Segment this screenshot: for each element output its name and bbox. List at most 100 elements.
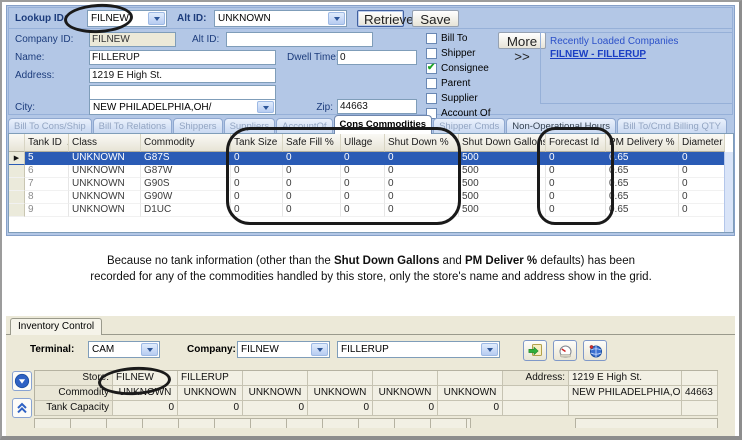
current-row-arrow-icon: ▶: [14, 155, 19, 162]
table-row[interactable]: 8 UNKNOWN G90W 0 0 0 0 500 0 0.65 0: [9, 191, 733, 204]
address-label-cell: Address:: [503, 371, 569, 386]
column-header-tank-size[interactable]: Tank Size: [231, 134, 283, 152]
row-selector[interactable]: [9, 191, 25, 204]
company-name-combobox[interactable]: FILLERUP: [337, 341, 500, 358]
tab-bill-to-cons-ship[interactable]: Bill To Cons/Ship: [8, 118, 92, 134]
tank-capacity-label: Tank Capacity: [35, 401, 113, 416]
scroll-down-button[interactable]: [12, 371, 32, 391]
dropdown-arrow-icon[interactable]: [481, 343, 498, 356]
cell-shut-down-gallons: 500: [459, 165, 546, 178]
retrieve-button[interactable]: Retrieve: [357, 10, 404, 27]
tab-bill-to-cmd-billing-qty[interactable]: Bill To/Cmd Billing QTY: [617, 118, 727, 134]
table-row[interactable]: 9 UNKNOWN D1UC 0 0 0 0 500 0 0.65 0: [9, 204, 733, 217]
column-header-shut-down-pct[interactable]: Shut Down %: [385, 134, 459, 152]
row-selector[interactable]: [9, 204, 25, 217]
consignee-label: Consignee: [441, 63, 489, 74]
table-row[interactable]: 6 UNKNOWN G87W 0 0 0 0 500 0 0.65 0: [9, 165, 733, 178]
tab-divider: [6, 334, 735, 335]
cell-class: UNKNOWN: [69, 152, 141, 165]
column-header-tank-id[interactable]: Tank ID▲: [25, 134, 69, 152]
tab-bill-to-relations[interactable]: Bill To Relations: [93, 118, 172, 134]
collapse-up-button[interactable]: [12, 398, 32, 418]
column-header-class[interactable]: Class: [69, 134, 141, 152]
capacity-cell: 0: [113, 401, 178, 416]
column-header-pm-delivery[interactable]: PM Delivery %: [606, 134, 679, 152]
cell-commodity: D1UC: [141, 204, 231, 217]
tab-non-operational-hours[interactable]: Non-Operational Hours: [506, 118, 616, 134]
cell-shut-down-pct: 0: [385, 165, 459, 178]
alt-id-value: UNKNOWN: [218, 13, 271, 24]
column-header-diameter[interactable]: Diameter: [679, 134, 725, 152]
tab-shippers[interactable]: Shippers: [173, 118, 223, 134]
row-selector-header: [9, 134, 25, 152]
tab-suppliers[interactable]: Suppliers: [224, 118, 276, 134]
double-chevron-up-icon: [14, 400, 30, 416]
commodity-cell: UNKNOWN: [178, 386, 243, 401]
cell-commodity: G90S: [141, 178, 231, 191]
cell-forecast-id: 0: [546, 165, 606, 178]
more-button[interactable]: More >>: [498, 32, 546, 49]
dropdown-arrow-icon[interactable]: [141, 343, 158, 356]
bill-to-checkbox[interactable]: [426, 33, 437, 44]
table-row[interactable]: ▶ 5 UNKNOWN G87S 0 0 0 0 500 0 0.65 0: [9, 152, 733, 165]
screenshot-root: Lookup ID: FILNEW Alt ID: UNKNOWN Retrie…: [0, 0, 742, 440]
alt-id-combobox[interactable]: UNKNOWN: [214, 10, 347, 27]
globe-button[interactable]: [583, 340, 607, 361]
company-id-combobox[interactable]: FILNEW: [237, 341, 330, 358]
dwell-time-field[interactable]: [337, 50, 417, 65]
lookup-id-combobox[interactable]: FILNEW: [87, 10, 167, 27]
alt-id2-field[interactable]: [226, 32, 373, 47]
column-header-safe-fill[interactable]: Safe Fill %: [283, 134, 341, 152]
load-button[interactable]: [523, 340, 547, 361]
inventory-control-panel: Inventory Control Terminal: CAM Company:…: [6, 316, 735, 436]
store-id-cell: FILNEW: [113, 371, 178, 386]
row-selector[interactable]: [9, 165, 25, 178]
grid-vertical-scrollbar[interactable]: [724, 152, 733, 232]
store-row: Store: FILNEW FILLERUP Address: 1219 E H…: [35, 371, 718, 386]
load-icon: [528, 344, 543, 358]
company-maintenance-panel: Lookup ID: FILNEW Alt ID: UNKNOWN Retrie…: [6, 5, 735, 236]
terminal-combobox[interactable]: CAM: [88, 341, 160, 358]
commodity-row: Commodity UNKNOWN UNKNOWN UNKNOWN UNKNOW…: [35, 386, 718, 401]
gauge-button[interactable]: [553, 340, 577, 361]
dropdown-arrow-icon[interactable]: [311, 343, 328, 356]
tab-account-of[interactable]: AccountOf: [276, 118, 332, 134]
consignee-checkbox[interactable]: [426, 63, 437, 74]
tab-cons-commodities[interactable]: Cons Commodities: [334, 115, 433, 134]
city-combobox[interactable]: NEW PHILADELPHIA,OH/: [89, 99, 276, 115]
table-row[interactable]: 7 UNKNOWN G90S 0 0 0 0 500 0 0.65 0: [9, 178, 733, 191]
address-line2-field[interactable]: [89, 85, 276, 100]
recent-company-link[interactable]: FILNEW - FILLERUP: [550, 49, 646, 60]
store-name-cell: FILLERUP: [178, 371, 243, 386]
dropdown-arrow-icon[interactable]: [148, 12, 165, 25]
gauge-icon: [558, 344, 573, 358]
shipper-label: Shipper: [441, 48, 475, 59]
company-form: Company ID: Alt ID: Name: Dwell Time: Ad…: [8, 28, 733, 115]
address-line1-field[interactable]: [89, 68, 276, 83]
row-selector[interactable]: [9, 178, 25, 191]
company-id-field[interactable]: [89, 32, 176, 47]
inventory-grid: Store: FILNEW FILLERUP Address: 1219 E H…: [34, 370, 718, 416]
column-header-ullage[interactable]: Ullage: [341, 134, 385, 152]
save-button[interactable]: Save: [412, 10, 459, 27]
dropdown-arrow-icon[interactable]: [257, 101, 274, 113]
cell-ullage: 0: [341, 178, 385, 191]
cell-safe-fill: 0: [283, 178, 341, 191]
column-header-shut-down-gallons[interactable]: Shut Down Gallons: [459, 134, 546, 152]
zip-field[interactable]: [337, 99, 417, 114]
capacity-cell: 0: [438, 401, 503, 416]
parent-checkbox[interactable]: [426, 78, 437, 89]
supplier-label: Supplier: [441, 93, 478, 104]
cell-shut-down-pct: 0: [385, 204, 459, 217]
dwell-time-label: Dwell Time:: [287, 52, 333, 63]
column-header-forecast-id[interactable]: Forecast Id: [546, 134, 606, 152]
dropdown-arrow-icon[interactable]: [328, 12, 345, 25]
shipper-checkbox[interactable]: [426, 48, 437, 59]
row-selector[interactable]: ▶: [9, 152, 25, 165]
name-field[interactable]: [89, 50, 276, 65]
column-header-commodity[interactable]: Commodity: [141, 134, 231, 152]
bill-to-checkbox-row: Bill To: [426, 32, 468, 44]
tab-inventory-control[interactable]: Inventory Control: [10, 318, 102, 335]
tab-shipper-cmds[interactable]: Shipper Cmds: [433, 118, 505, 134]
supplier-checkbox[interactable]: [426, 93, 437, 104]
